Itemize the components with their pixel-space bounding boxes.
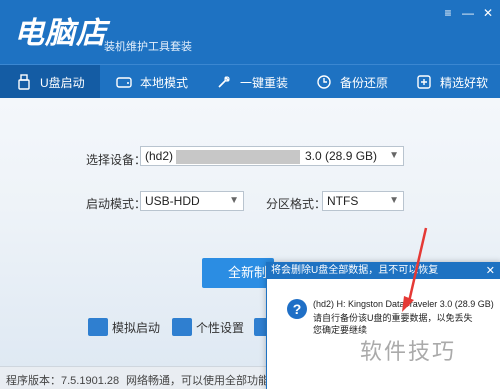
nav-label: 备份还原	[340, 75, 389, 90]
nav-label: U盘启动	[40, 75, 85, 90]
partition-label: 分区格式：	[266, 197, 327, 211]
dialog-title: 将会删除U盘全部数据，且不可以恢复 ✕	[267, 263, 500, 279]
personalize-button[interactable]: 个性设置	[172, 318, 244, 336]
nav-item-backup-restore[interactable]: 备份还原	[316, 65, 388, 99]
monitor-icon	[88, 318, 108, 336]
simulate-boot-label: 模拟启动	[112, 320, 161, 335]
nav-label: 一键重装	[240, 75, 289, 90]
boot-mode-select[interactable]: USB-HDD ▼	[140, 191, 244, 211]
boot-mode-value: USB-HDD	[145, 194, 200, 208]
device-value-suffix: 3.0 (28.9 GB)	[305, 149, 378, 163]
chevron-down-icon: ▼	[389, 150, 399, 161]
close-icon[interactable]: ✕	[480, 6, 496, 20]
app-window: 电脑店 装机维护工具套装 ≡ — ✕ U盘启动 本地模式 一键重装 备份还原 精…	[0, 0, 500, 389]
nav-item-local-mode[interactable]: 本地模式	[116, 65, 188, 99]
nav-item-featured-software[interactable]: 精选好软	[416, 65, 488, 99]
server-icon	[172, 318, 192, 336]
question-icon: ?	[287, 299, 307, 319]
chevron-down-icon: ▼	[229, 195, 239, 206]
confirm-dialog: 将会删除U盘全部数据，且不可以恢复 ✕ ? (hd2) H: Kingston …	[266, 262, 500, 389]
tools-icon	[216, 74, 232, 90]
history-icon	[316, 74, 332, 90]
hdd-icon	[116, 74, 132, 90]
partition-value: NTFS	[327, 194, 359, 208]
minimize-icon[interactable]: —	[460, 6, 476, 20]
usb-icon	[16, 74, 32, 90]
boot-mode-label: 启动模式：	[86, 197, 147, 211]
nav-label: 本地模式	[140, 75, 189, 90]
nav-label: 精选好软	[440, 75, 489, 90]
create-new-button[interactable]: 全新制作	[202, 258, 274, 288]
device-value-prefix: (hd2)	[145, 149, 174, 163]
nav-item-one-click-reinstall[interactable]: 一键重装	[216, 65, 288, 99]
dialog-confirm-line: 您确定要继续	[313, 325, 368, 335]
dialog-close-icon[interactable]: ✕	[486, 263, 495, 279]
simulate-boot-button[interactable]: 模拟启动	[88, 318, 160, 336]
apps-icon	[416, 74, 432, 90]
nav-item-usb-boot[interactable]: U盘启动	[0, 65, 100, 99]
app-logo: 电脑店	[14, 16, 107, 51]
main-nav: U盘启动 本地模式 一键重装 备份还原 精选好软	[0, 64, 500, 99]
version-text: 程序版本：7.5.1901.28	[6, 375, 120, 387]
chevron-down-icon: ▼	[389, 195, 399, 206]
app-subtitle: 装机维护工具套装	[104, 41, 192, 53]
device-label: 选择设备：	[86, 153, 147, 167]
partition-select[interactable]: NTFS ▼	[322, 191, 404, 211]
menu-icon[interactable]: ≡	[440, 6, 456, 20]
redacted-device-name	[176, 150, 300, 164]
watermark: 软件技巧	[360, 339, 457, 364]
title-bar: 电脑店 装机维护工具套装 ≡ — ✕	[0, 0, 500, 64]
dialog-device-line: (hd2) H: Kingston DataTraveler 3.0 (28.9…	[313, 299, 494, 309]
network-status-text: 网络畅通，可以使用全部功能	[126, 375, 269, 387]
dialog-title-text: 将会删除U盘全部数据，且不可以恢复	[271, 265, 439, 276]
personalize-label: 个性设置	[196, 320, 245, 335]
